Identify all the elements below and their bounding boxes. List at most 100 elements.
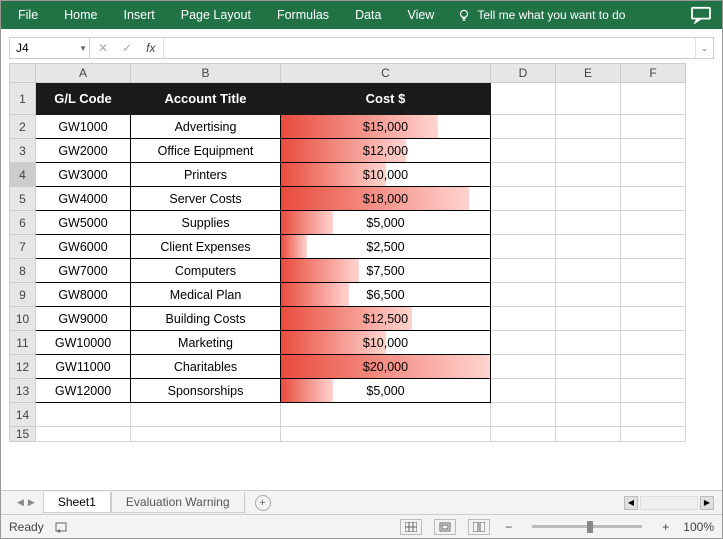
cell[interactable]: [491, 307, 556, 331]
cell[interactable]: [491, 403, 556, 427]
name-box-dropdown-icon[interactable]: ▼: [79, 44, 87, 53]
cell[interactable]: [36, 403, 131, 427]
cell[interactable]: [556, 379, 621, 403]
zoom-out-button[interactable]: −: [501, 520, 516, 534]
row-head[interactable]: 10: [10, 307, 36, 331]
macro-recorder-icon[interactable]: [54, 520, 68, 534]
cell[interactable]: [621, 211, 686, 235]
cell[interactable]: [621, 259, 686, 283]
cell[interactable]: [621, 139, 686, 163]
cell[interactable]: [621, 83, 686, 115]
cell[interactable]: [621, 427, 686, 442]
cell[interactable]: [621, 379, 686, 403]
tell-me-search[interactable]: Tell me what you want to do: [457, 8, 625, 22]
row-head[interactable]: 8: [10, 259, 36, 283]
header-account-title[interactable]: Account Title: [131, 83, 281, 115]
col-head-f[interactable]: F: [621, 64, 686, 83]
cell-account-title[interactable]: Building Costs: [131, 307, 281, 331]
sheet-tab-active[interactable]: Sheet1: [43, 492, 111, 513]
cell-account-title[interactable]: Medical Plan: [131, 283, 281, 307]
cell[interactable]: [491, 115, 556, 139]
cell-cost[interactable]: $7,500: [281, 259, 491, 283]
cell-account-title[interactable]: Sponsorships: [131, 379, 281, 403]
cell[interactable]: [491, 187, 556, 211]
col-head-b[interactable]: B: [131, 64, 281, 83]
share-comment-icon[interactable]: [690, 6, 712, 24]
cell-gl-code[interactable]: GW12000: [36, 379, 131, 403]
formula-input[interactable]: [164, 38, 695, 58]
scroll-track[interactable]: [640, 496, 698, 510]
formula-bar-expand-icon[interactable]: ⌄: [695, 38, 713, 58]
cell-account-title[interactable]: Charitables: [131, 355, 281, 379]
cell-gl-code[interactable]: GW8000: [36, 283, 131, 307]
cell-account-title[interactable]: Marketing: [131, 331, 281, 355]
sheet-tab-evaluation[interactable]: Evaluation Warning: [111, 492, 245, 513]
name-box[interactable]: J4 ▼: [10, 38, 90, 58]
cell[interactable]: [491, 259, 556, 283]
cell[interactable]: [131, 427, 281, 442]
cell[interactable]: [556, 83, 621, 115]
cell[interactable]: [131, 403, 281, 427]
cell-cost[interactable]: $5,000: [281, 211, 491, 235]
scroll-right-icon[interactable]: ▶: [700, 496, 714, 510]
cell[interactable]: [556, 331, 621, 355]
cell-gl-code[interactable]: GW6000: [36, 235, 131, 259]
cell-gl-code[interactable]: GW3000: [36, 163, 131, 187]
cell-gl-code[interactable]: GW10000: [36, 331, 131, 355]
zoom-level[interactable]: 100%: [683, 520, 714, 534]
cell[interactable]: [556, 187, 621, 211]
row-head[interactable]: 15: [10, 427, 36, 442]
cell[interactable]: [556, 115, 621, 139]
cell-cost[interactable]: $10,000: [281, 331, 491, 355]
tab-formulas[interactable]: Formulas: [264, 1, 342, 29]
cell-gl-code[interactable]: GW5000: [36, 211, 131, 235]
col-head-c[interactable]: C: [281, 64, 491, 83]
tab-page-layout[interactable]: Page Layout: [168, 1, 264, 29]
cell-cost[interactable]: $10,000: [281, 163, 491, 187]
col-head-d[interactable]: D: [491, 64, 556, 83]
row-head[interactable]: 14: [10, 403, 36, 427]
row-head[interactable]: 1: [10, 83, 36, 115]
cell[interactable]: [621, 187, 686, 211]
cell-cost[interactable]: $2,500: [281, 235, 491, 259]
cell[interactable]: [556, 259, 621, 283]
cell-cost[interactable]: $18,000: [281, 187, 491, 211]
cell-cost[interactable]: $6,500: [281, 283, 491, 307]
row-head[interactable]: 3: [10, 139, 36, 163]
cell[interactable]: [556, 235, 621, 259]
cell[interactable]: [491, 139, 556, 163]
tab-view[interactable]: View: [394, 1, 447, 29]
cell[interactable]: [556, 355, 621, 379]
header-gl-code[interactable]: G/L Code: [36, 83, 131, 115]
row-head[interactable]: 12: [10, 355, 36, 379]
tab-home[interactable]: Home: [51, 1, 110, 29]
cell[interactable]: [621, 163, 686, 187]
cell[interactable]: [281, 403, 491, 427]
cell[interactable]: [621, 235, 686, 259]
zoom-thumb[interactable]: [587, 521, 593, 533]
cell-gl-code[interactable]: GW11000: [36, 355, 131, 379]
worksheet-grid[interactable]: A B C D E F 1 G/L Code Account Title Cos…: [9, 63, 714, 490]
cell[interactable]: [491, 331, 556, 355]
view-normal-button[interactable]: [400, 519, 422, 535]
tab-file[interactable]: File: [5, 1, 51, 29]
cell[interactable]: [556, 307, 621, 331]
add-sheet-button[interactable]: +: [255, 495, 271, 511]
cell-account-title[interactable]: Computers: [131, 259, 281, 283]
cell[interactable]: [491, 355, 556, 379]
cell-gl-code[interactable]: GW2000: [36, 139, 131, 163]
header-cost[interactable]: Cost $: [281, 83, 491, 115]
cell[interactable]: [556, 163, 621, 187]
cell[interactable]: [621, 115, 686, 139]
cell-gl-code[interactable]: GW7000: [36, 259, 131, 283]
cell[interactable]: [621, 355, 686, 379]
cell-gl-code[interactable]: GW4000: [36, 187, 131, 211]
cell[interactable]: [491, 235, 556, 259]
row-head[interactable]: 13: [10, 379, 36, 403]
select-all-corner[interactable]: [10, 64, 36, 83]
cell[interactable]: [491, 379, 556, 403]
cell[interactable]: [491, 83, 556, 115]
view-page-layout-button[interactable]: [434, 519, 456, 535]
cell[interactable]: [556, 211, 621, 235]
cell-gl-code[interactable]: GW1000: [36, 115, 131, 139]
